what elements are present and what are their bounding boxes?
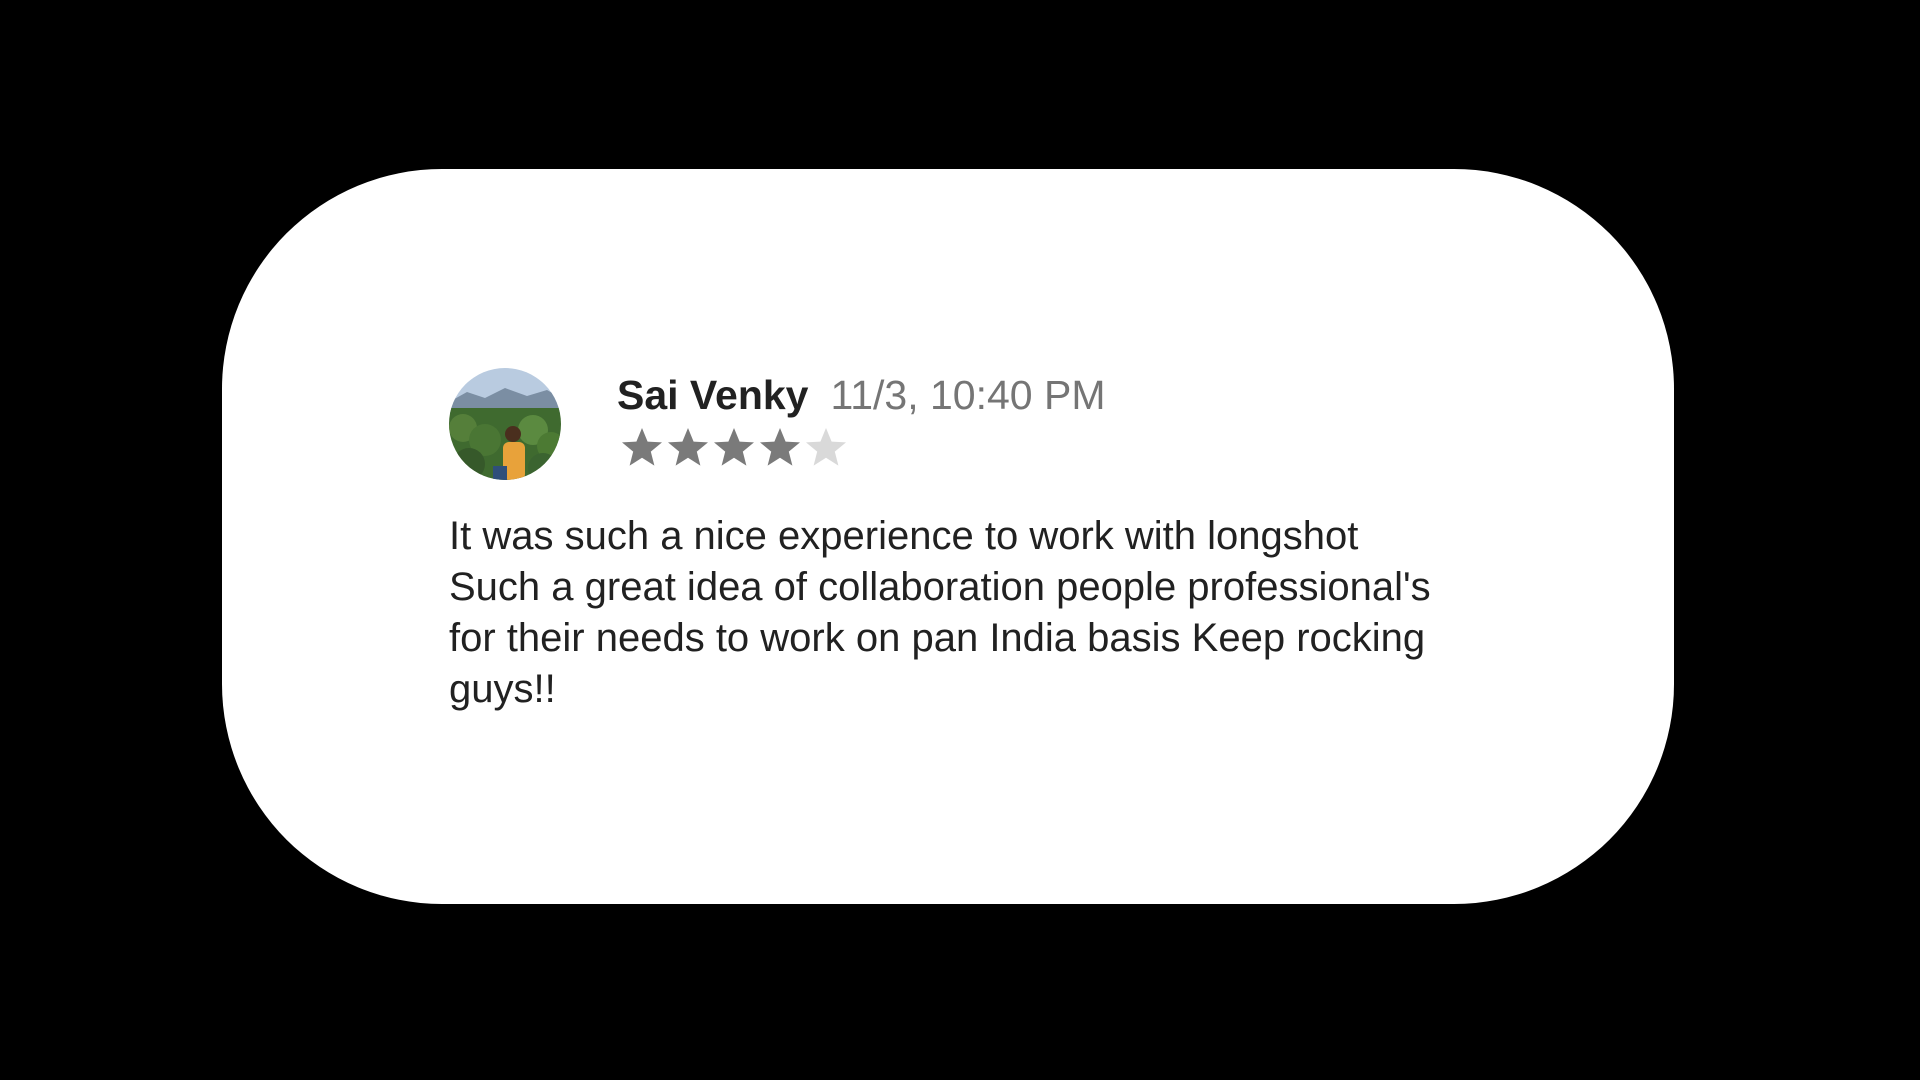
star-filled-icon — [712, 426, 756, 468]
profile-photo-icon — [449, 368, 561, 480]
star-empty-icon — [804, 426, 848, 468]
star-filled-icon — [758, 426, 802, 468]
review-date: 11/3, 10:40 PM — [830, 372, 1106, 418]
star-filled-icon — [666, 426, 710, 468]
avatar[interactable] — [449, 368, 561, 480]
author-name[interactable]: Sai Venky — [617, 372, 808, 419]
star-rating — [620, 426, 848, 468]
star-filled-icon — [620, 426, 664, 468]
review-header: Sai Venky 11/3, 10:40 PM — [617, 372, 1106, 419]
review-text: It was such a nice experience to work wi… — [449, 514, 1431, 711]
